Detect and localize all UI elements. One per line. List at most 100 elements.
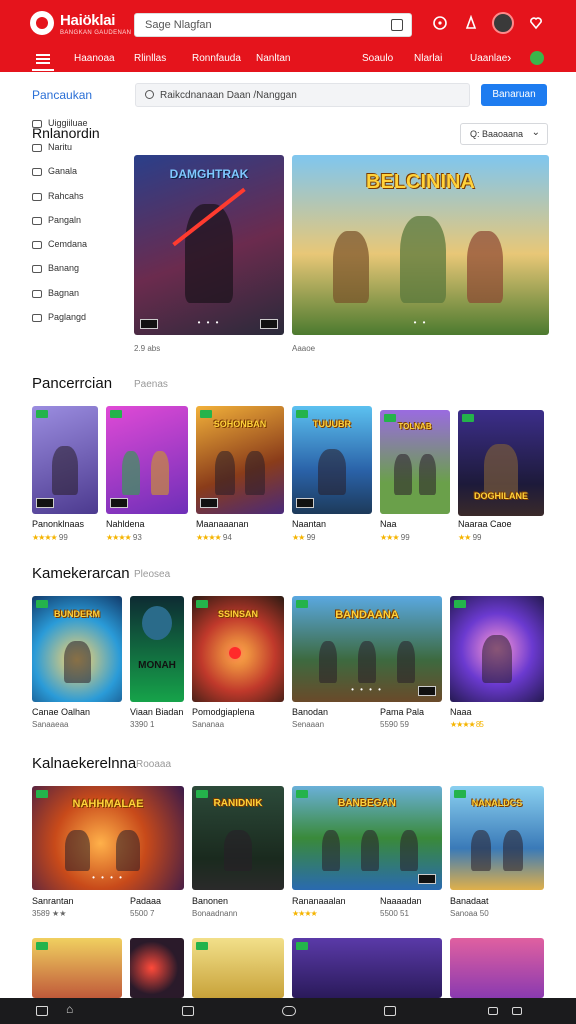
game-card[interactable] bbox=[32, 938, 122, 998]
status-dot-icon[interactable] bbox=[530, 51, 544, 65]
sidebar-item[interactable]: Pangaln bbox=[32, 215, 81, 225]
chevron-right-icon[interactable]: › bbox=[507, 50, 511, 65]
avatar[interactable] bbox=[492, 12, 514, 34]
new-badge bbox=[36, 790, 48, 798]
game-card[interactable]: MONAH bbox=[130, 596, 184, 702]
sidebar-item[interactable]: Bagnan bbox=[32, 288, 79, 298]
top-header: Haiöklai BANGKAN GAUDENAN Sage Nlagfan bbox=[0, 0, 576, 46]
home-icon[interactable] bbox=[36, 1006, 48, 1016]
character-art bbox=[322, 829, 340, 872]
game-title[interactable]: Maanaaanan bbox=[196, 519, 249, 529]
featured-card[interactable]: DAMGHTRAK • • • bbox=[134, 155, 284, 335]
menu-icon[interactable] bbox=[36, 54, 50, 64]
heart-icon[interactable] bbox=[528, 15, 544, 31]
game-card[interactable] bbox=[292, 938, 442, 998]
back-icon[interactable]: ⌂ bbox=[66, 1002, 78, 1016]
nav-link[interactable]: Rlinllas bbox=[134, 53, 166, 64]
game-title[interactable]: Naaraa Caoe bbox=[458, 519, 512, 529]
new-badge bbox=[454, 600, 466, 608]
game-title[interactable]: Padaaa bbox=[130, 896, 161, 906]
help-icon[interactable] bbox=[432, 15, 448, 31]
game-card[interactable]: TOLNAB bbox=[380, 410, 450, 514]
nav-link[interactable]: Soaulo bbox=[362, 53, 393, 64]
nav-link[interactable]: Uaanlae bbox=[470, 53, 507, 64]
game-title[interactable]: Viaan Biadan bbox=[130, 707, 183, 717]
game-title[interactable]: Naaa bbox=[450, 707, 472, 717]
game-meta: Senaaan bbox=[292, 720, 325, 729]
game-title[interactable]: Banonen bbox=[192, 896, 228, 906]
game-card[interactable]: BUNDERM bbox=[32, 596, 122, 702]
game-card[interactable] bbox=[130, 938, 184, 998]
character-art bbox=[466, 230, 503, 303]
game-title[interactable]: Naantan bbox=[292, 519, 326, 529]
header-search-input[interactable]: Sage Nlagfan bbox=[134, 13, 412, 37]
game-title[interactable]: Nahldena bbox=[106, 519, 145, 529]
game-rating: ★★★★ 94 bbox=[196, 533, 232, 542]
window-icon[interactable] bbox=[182, 1006, 194, 1016]
section-subtitle[interactable]: Pleosea bbox=[134, 569, 170, 580]
game-card[interactable]: TUUUBR bbox=[292, 406, 372, 514]
flame-icon[interactable] bbox=[463, 14, 479, 31]
game-card[interactable]: NAHHMALAE • • • • bbox=[32, 786, 184, 890]
section-subtitle[interactable]: Paenas bbox=[134, 379, 168, 390]
game-title[interactable]: Pama Pala bbox=[380, 707, 424, 717]
game-card[interactable] bbox=[106, 406, 188, 514]
logo-title[interactable]: Haiöklai bbox=[60, 12, 115, 29]
carousel-dots[interactable]: • • bbox=[414, 318, 428, 327]
game-title[interactable]: Rananaaalan bbox=[292, 896, 346, 906]
featured-card[interactable]: BELCININA • • bbox=[292, 155, 549, 335]
game-card[interactable]: DOGHILANE bbox=[458, 410, 544, 516]
nav-link[interactable]: Haanoaa bbox=[74, 53, 115, 64]
sidebar-item[interactable]: Paglangd bbox=[32, 312, 86, 322]
game-card[interactable] bbox=[192, 938, 284, 998]
character-art bbox=[63, 640, 91, 683]
carousel-dots[interactable]: • • • bbox=[198, 318, 221, 327]
character-art bbox=[418, 453, 436, 496]
game-card[interactable]: BANDAANA • • • • bbox=[292, 596, 442, 702]
carousel-dots[interactable]: • • • • bbox=[92, 873, 124, 882]
new-badge bbox=[36, 600, 48, 608]
circle-home-icon[interactable] bbox=[282, 1006, 296, 1016]
sidebar-item[interactable]: Ganala bbox=[32, 166, 77, 176]
section-subtitle[interactable]: Rooaaa bbox=[136, 759, 171, 770]
nav-link[interactable]: Ronnfauda bbox=[192, 53, 241, 64]
nav-link[interactable]: Nlarlai bbox=[414, 53, 442, 64]
share-icon[interactable] bbox=[488, 1007, 498, 1015]
category-icon bbox=[32, 167, 42, 176]
sidebar-item[interactable]: Rahcahs bbox=[32, 191, 84, 201]
game-title[interactable]: Sanrantan bbox=[32, 896, 74, 906]
game-title[interactable]: Naaaadan bbox=[380, 896, 422, 906]
game-title[interactable]: Panonklnaas bbox=[32, 519, 84, 529]
sidebar-title[interactable]: Pancaukan bbox=[32, 88, 92, 102]
game-card[interactable] bbox=[450, 596, 544, 702]
character-art bbox=[394, 453, 412, 496]
game-card[interactable]: RANIDNIK bbox=[192, 786, 284, 890]
carousel-dots[interactable]: • • • • bbox=[351, 685, 383, 694]
sidebar-item[interactable]: Banang bbox=[32, 263, 79, 273]
game-title[interactable]: Canae Oalhan bbox=[32, 707, 90, 717]
game-card[interactable] bbox=[450, 938, 544, 998]
nav-link[interactable]: Nanltan bbox=[256, 53, 290, 64]
sort-select[interactable]: Q: Baaoaana ⌄ bbox=[460, 123, 548, 145]
rating-chip bbox=[296, 498, 314, 508]
character-art bbox=[319, 640, 337, 683]
game-card[interactable] bbox=[32, 406, 98, 514]
keyboard-icon[interactable] bbox=[512, 1007, 522, 1015]
sidebar-item[interactable]: Cemdana bbox=[32, 239, 87, 249]
game-card[interactable]: SSINSAN bbox=[192, 596, 284, 702]
bookmark-icon[interactable] bbox=[391, 19, 403, 31]
game-search-input[interactable]: Raikcdnanaan Daan /Nanggan bbox=[135, 83, 470, 107]
game-title[interactable]: Banadaat bbox=[450, 896, 489, 906]
game-title[interactable]: Pomodgiaplena bbox=[192, 707, 255, 717]
search-button[interactable]: Banaruan bbox=[481, 84, 547, 106]
sidebar-item[interactable]: Naritu bbox=[32, 142, 72, 152]
game-title[interactable]: Banodan bbox=[292, 707, 328, 717]
game-card[interactable]: NANALDCS bbox=[450, 786, 544, 890]
game-card[interactable]: SOHONBAN bbox=[196, 406, 284, 514]
game-card[interactable]: BANBEGAN bbox=[292, 786, 442, 890]
game-title[interactable]: Naa bbox=[380, 519, 397, 529]
new-badge bbox=[454, 790, 466, 798]
logo-icon[interactable] bbox=[30, 11, 54, 35]
recent-apps-icon[interactable] bbox=[384, 1006, 396, 1016]
game-rating: ★★ 99 bbox=[292, 533, 316, 542]
